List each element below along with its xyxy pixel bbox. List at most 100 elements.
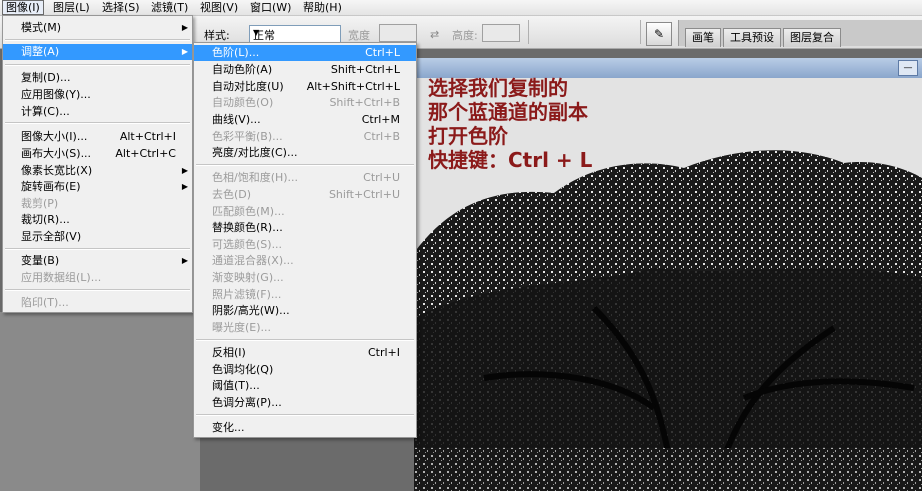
- menu-item: 去色(D) Shift+Ctrl+U: [194, 187, 416, 203]
- menu-item[interactable]: 色阶(L)... Ctrl+L: [194, 45, 416, 61]
- menu-item: 色相/饱和度(H)... Ctrl+U: [194, 170, 416, 186]
- palette-button-icon[interactable]: ✎: [646, 22, 672, 46]
- submenu-arrow-icon: ▶: [181, 256, 188, 265]
- menu-item[interactable]: 曲线(V)... Ctrl+M: [194, 112, 416, 128]
- menu-item-label: 去色(D): [212, 188, 252, 201]
- menu-item[interactable]: 变化...: [194, 420, 416, 436]
- menu-item-label: 陷印(T)...: [21, 296, 69, 309]
- menu-divider: [5, 39, 190, 41]
- annotation-line: 那个蓝通道的副本: [428, 100, 588, 124]
- menu-image[interactable]: 图像(I): [2, 0, 44, 15]
- menu-item[interactable]: 计算(C)...: [3, 104, 192, 120]
- menu-item: 匹配颜色(M)...: [194, 204, 416, 220]
- menu-item-label: 色调分离(P)...: [212, 396, 282, 409]
- workspace-background: [0, 312, 200, 491]
- submenu-arrow-icon: ▶: [181, 47, 188, 56]
- menu-item-label: 变化...: [212, 421, 245, 434]
- menu-select[interactable]: 选择(S): [99, 0, 143, 15]
- menu-item[interactable]: 调整(A) ▶: [3, 44, 192, 60]
- menu-item-label: 显示全部(V): [21, 230, 82, 243]
- menu-item[interactable]: 模式(M) ▶: [3, 20, 192, 36]
- menu-item-shortcut: Alt+Ctrl+I: [119, 130, 176, 143]
- tab-brushes[interactable]: 画笔: [685, 28, 721, 47]
- menu-item-label: 渐变映射(G)...: [212, 271, 284, 284]
- menu-item-label: 自动对比度(U): [212, 80, 284, 93]
- menu-item-label: 色相/饱和度(H)...: [212, 171, 299, 184]
- menu-divider: [5, 64, 190, 66]
- menu-item-label: 旋转画布(E): [21, 180, 81, 193]
- menu-item: 渐变映射(G)...: [194, 270, 416, 286]
- menu-item[interactable]: 变量(B) ▶: [3, 253, 192, 269]
- menu-item[interactable]: 阈值(T)...: [194, 378, 416, 394]
- menu-item[interactable]: 画布大小(S)... Alt+Ctrl+C: [3, 146, 192, 162]
- menu-item-label: 应用图像(Y)...: [21, 88, 91, 101]
- divider: [528, 20, 529, 44]
- menu-item[interactable]: 像素长宽比(X) ▶: [3, 163, 192, 179]
- tab-layer-comps[interactable]: 图层复合: [783, 28, 841, 47]
- menu-item[interactable]: 旋转画布(E) ▶: [3, 179, 192, 195]
- menu-item[interactable]: 反相(I) Ctrl+I: [194, 345, 416, 361]
- menu-item-label: 计算(C)...: [21, 105, 70, 118]
- menu-item-label: 替换颜色(R)...: [212, 221, 283, 234]
- menu-item[interactable]: 色调分离(P)...: [194, 395, 416, 411]
- menu-item[interactable]: 复制(D)...: [3, 70, 192, 86]
- menu-item-label: 应用数据组(L)...: [21, 271, 102, 284]
- menu-divider: [196, 164, 414, 166]
- menu-item-label: 照片滤镜(F)...: [212, 288, 282, 301]
- style-label: 样式:: [204, 29, 230, 42]
- style-select[interactable]: 正常 ▼: [249, 25, 341, 43]
- tab-tool-presets[interactable]: 工具预设: [723, 28, 781, 47]
- menu-item-shortcut: Shift+Ctrl+U: [328, 188, 400, 201]
- menu-item-label: 色调均化(Q): [212, 363, 274, 376]
- height-label: 高度:: [452, 29, 478, 42]
- submenu-arrow-icon: ▶: [181, 23, 188, 32]
- menu-item[interactable]: 图像大小(I)... Alt+Ctrl+I: [3, 129, 192, 145]
- menu-item-shortcut: Shift+Ctrl+L: [330, 63, 400, 76]
- menu-item-label: 像素长宽比(X): [21, 164, 93, 177]
- menu-item[interactable]: 显示全部(V): [3, 229, 192, 245]
- menu-item: 陷印(T)...: [3, 295, 192, 311]
- annotation-line: 选择我们复制的: [428, 76, 568, 100]
- menu-item-label: 色彩平衡(B)...: [212, 130, 283, 143]
- swap-icon[interactable]: ⇄: [430, 28, 439, 41]
- menu-item-label: 调整(A): [21, 45, 60, 58]
- height-field[interactable]: [482, 24, 520, 42]
- menu-layer[interactable]: 图层(L): [50, 0, 93, 15]
- menu-item-label: 复制(D)...: [21, 71, 71, 84]
- minimize-icon[interactable]: —: [898, 60, 918, 76]
- menu-item-label: 画布大小(S)...: [21, 147, 92, 160]
- menu-divider: [196, 414, 414, 416]
- submenu-arrow-icon: ▶: [181, 166, 188, 175]
- menu-item[interactable]: 自动对比度(U) Alt+Shift+Ctrl+L: [194, 79, 416, 95]
- menu-item-label: 阴影/高光(W)...: [212, 304, 290, 317]
- menu-item-label: 图像大小(I)...: [21, 130, 88, 143]
- menu-window[interactable]: 窗口(W): [247, 0, 294, 15]
- menu-item-shortcut: Ctrl+M: [361, 113, 400, 126]
- width-label: 宽度: [348, 29, 370, 42]
- menu-item[interactable]: 裁切(R)...: [3, 212, 192, 228]
- menu-bar: 图像(I) 图层(L) 选择(S) 滤镜(T) 视图(V) 窗口(W) 帮助(H…: [0, 0, 922, 16]
- menu-item: 照片滤镜(F)...: [194, 287, 416, 303]
- menu-item[interactable]: 应用图像(Y)...: [3, 87, 192, 103]
- divider: [640, 20, 641, 44]
- chevron-down-icon: ▼: [253, 28, 260, 37]
- image-menu: 模式(M) ▶ 调整(A) ▶ 复制(D)... 应用图像(Y)... 计算(C)... 图像…: [2, 15, 193, 313]
- menu-item[interactable]: 自动色阶(A) Shift+Ctrl+L: [194, 62, 416, 78]
- width-field[interactable]: [379, 24, 417, 42]
- menu-item[interactable]: 亮度/对比度(C)...: [194, 145, 416, 161]
- annotation-line: 快捷键：Ctrl + L: [428, 148, 593, 172]
- menu-help[interactable]: 帮助(H): [300, 0, 345, 15]
- menu-item-shortcut: Ctrl+L: [365, 46, 400, 59]
- tutorial-annotation: 选择我们复制的 那个蓝通道的副本 打开色阶 快捷键：Ctrl + L: [428, 76, 592, 172]
- menu-item[interactable]: 阴影/高光(W)...: [194, 303, 416, 319]
- menu-divider: [5, 122, 190, 124]
- menu-item[interactable]: 色调均化(Q): [194, 362, 416, 378]
- menu-divider: [5, 289, 190, 291]
- menu-item: 应用数据组(L)...: [3, 270, 192, 286]
- menu-item: 自动颜色(O) Shift+Ctrl+B: [194, 95, 416, 111]
- menu-item[interactable]: 替换颜色(R)...: [194, 220, 416, 236]
- menu-item-shortcut: Alt+Ctrl+C: [115, 147, 176, 160]
- menu-view[interactable]: 视图(V): [197, 0, 241, 15]
- menu-item-label: 曝光度(E)...: [212, 321, 272, 334]
- menu-filter[interactable]: 滤镜(T): [148, 0, 191, 15]
